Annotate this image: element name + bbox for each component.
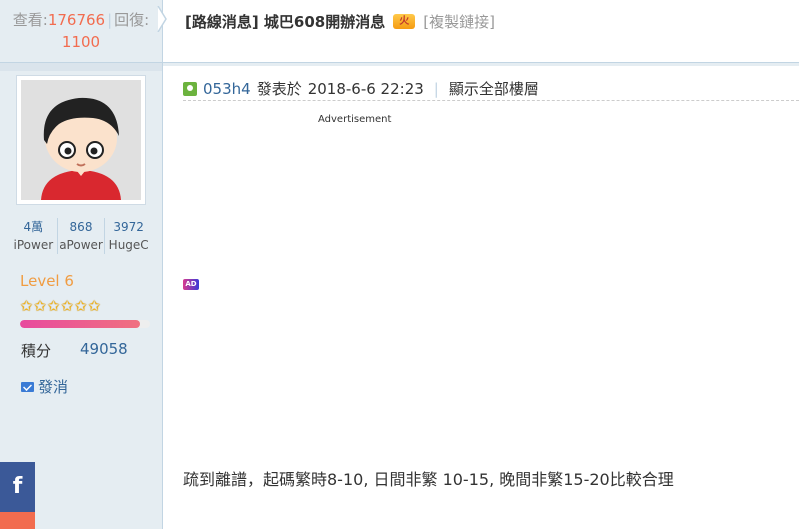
facebook-share-button[interactable]: f bbox=[0, 462, 35, 512]
post-body-text: 疏到離譜，起碼繁時8-10, 日間非繁 10-15, 晚間非繁15-20比較合理 bbox=[183, 470, 674, 489]
star-icon: ✩ bbox=[20, 297, 33, 315]
show-all-floors-link[interactable]: 顯示全部樓層 bbox=[449, 78, 539, 99]
avatar-image bbox=[21, 80, 141, 200]
header-divider: | bbox=[433, 79, 439, 98]
count-value: 868 bbox=[69, 220, 93, 234]
avatar[interactable] bbox=[16, 75, 146, 205]
thread-header-divider bbox=[163, 62, 799, 66]
user-level[interactable]: Level 6 bbox=[20, 272, 74, 290]
count-apower[interactable]: 868 aPower bbox=[58, 218, 106, 254]
count-label: iPower bbox=[13, 238, 54, 252]
count-value: 4萬 bbox=[23, 220, 44, 234]
count-label: aPower bbox=[59, 238, 103, 252]
star-icon: ✩ bbox=[47, 297, 60, 315]
share-button[interactable] bbox=[0, 512, 35, 529]
online-status-icon bbox=[183, 81, 197, 96]
thread-title: [路線消息] 城巴608開辦消息 bbox=[185, 12, 386, 31]
copy-link-button[interactable]: [複製鏈接] bbox=[423, 11, 495, 32]
send-message-label: 發消 bbox=[38, 378, 69, 396]
count-hugec[interactable]: 3972 HugeC bbox=[105, 218, 152, 254]
advertisement-label: Advertisement bbox=[318, 114, 392, 125]
pointer-arrow-icon bbox=[157, 6, 167, 32]
points-value[interactable]: 49058 bbox=[80, 340, 128, 358]
level-stars: ✩ ✩ ✩ ✩ ✩ ✩ bbox=[20, 298, 100, 314]
hot-thread-icon: 火 bbox=[393, 13, 416, 29]
thread-title-row: [路線消息] 城巴608開辦消息 火 [複製鏈接] bbox=[185, 8, 495, 34]
post-header: 053h4 發表於 2018-6-6 22:23 | 顯示全部樓層 bbox=[183, 78, 539, 99]
views-label: 查看: bbox=[12, 11, 48, 29]
star-icon: ✩ bbox=[74, 297, 87, 315]
count-label: HugeC bbox=[108, 238, 149, 252]
star-icon: ✩ bbox=[87, 297, 101, 315]
count-value: 3972 bbox=[113, 220, 144, 234]
star-icon: ✩ bbox=[60, 297, 74, 315]
facebook-icon: f bbox=[12, 474, 23, 499]
post-header-divider bbox=[183, 100, 799, 101]
replies-count: 1100 bbox=[61, 33, 101, 51]
thread-stats: 查看:176766 | 回復: 1100 bbox=[0, 0, 162, 62]
post-author[interactable]: 053h4 bbox=[203, 80, 251, 98]
replies-label: 回復: bbox=[114, 11, 150, 29]
points-label: 積分 bbox=[21, 342, 52, 360]
user-counts: 4萬 iPower 868 aPower 3972 HugeC bbox=[10, 218, 152, 254]
ad-badge-icon[interactable]: AD bbox=[183, 279, 199, 290]
post-datetime: 2018-6-6 22:23 bbox=[307, 79, 424, 98]
stats-divider: | bbox=[107, 11, 113, 29]
level-progress-fill bbox=[20, 320, 140, 328]
mail-icon bbox=[21, 381, 34, 392]
star-icon: ✩ bbox=[33, 297, 47, 315]
count-ipower[interactable]: 4萬 iPower bbox=[10, 218, 58, 254]
level-progress-bar bbox=[20, 320, 150, 328]
views-count: 176766 bbox=[47, 11, 106, 29]
user-sidebar: 查看:176766 | 回復: 1100 4萬 iPower 868 aPower bbox=[0, 0, 167, 529]
sidebar-divider bbox=[0, 62, 162, 71]
send-message-link[interactable]: 發消 bbox=[21, 376, 68, 397]
posted-label: 發表於 bbox=[256, 80, 302, 98]
